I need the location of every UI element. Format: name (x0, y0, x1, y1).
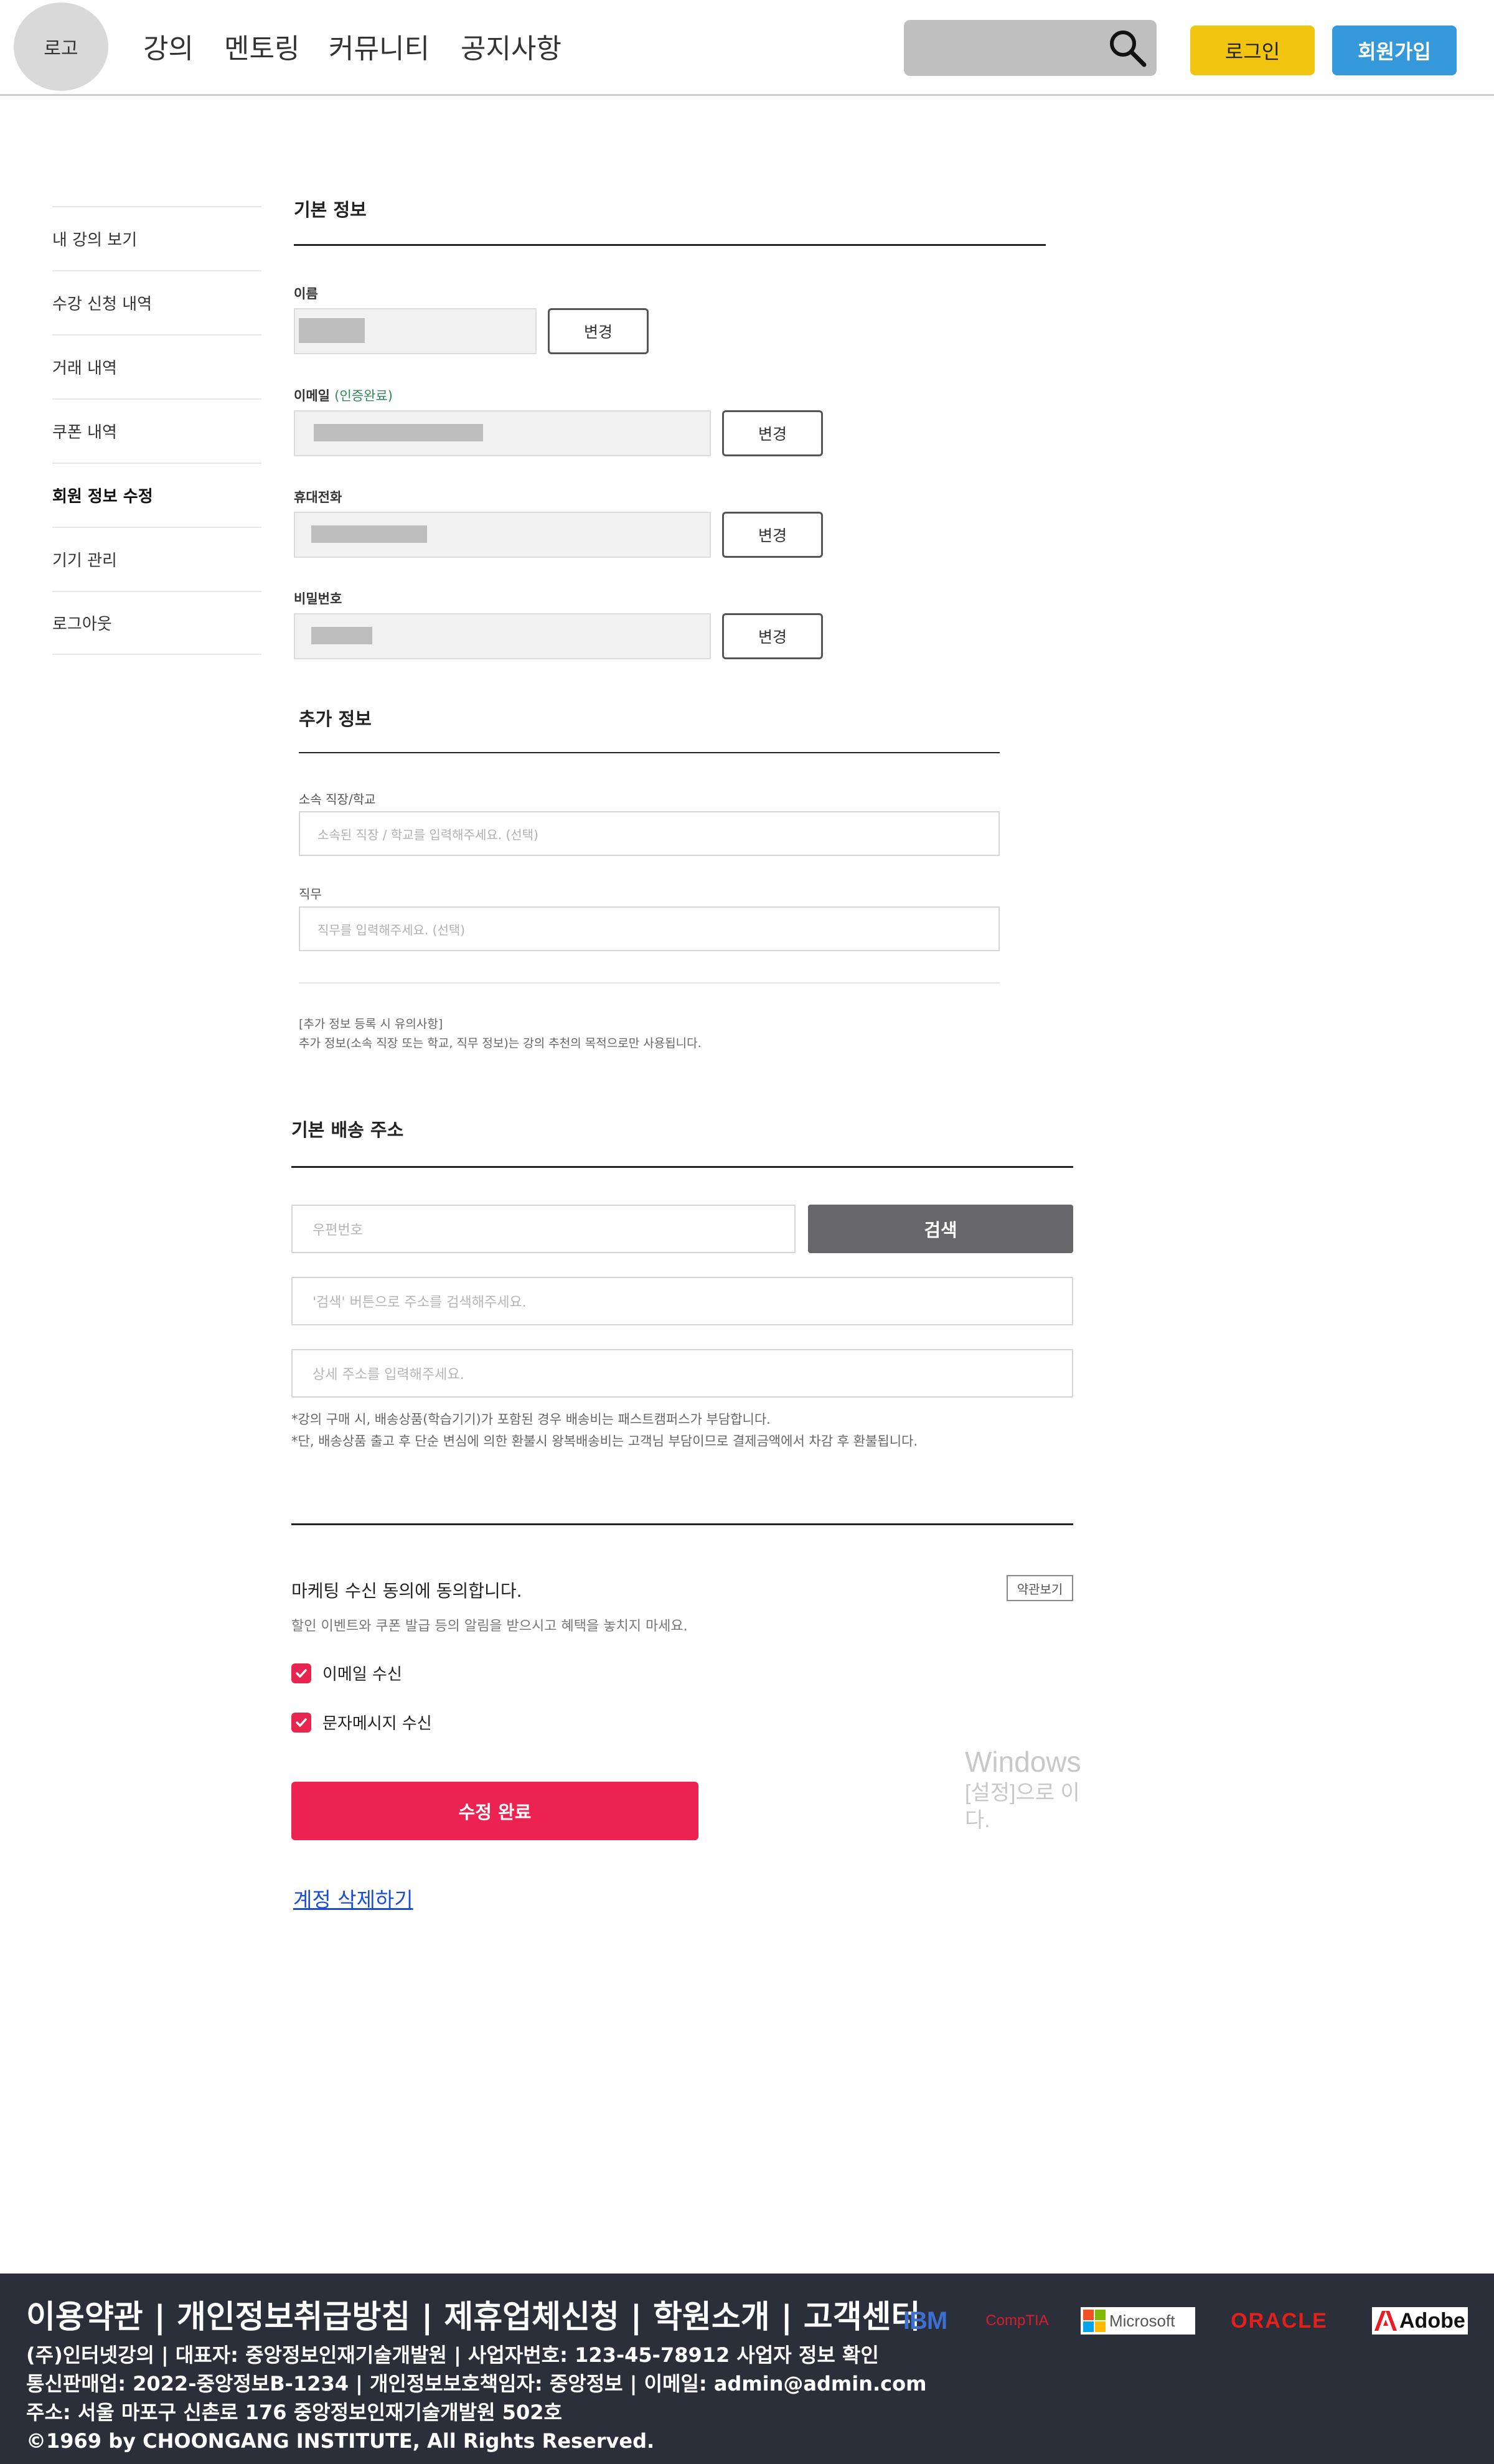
password-label: 비밀번호 (294, 591, 342, 606)
logo[interactable]: 로고 (14, 2, 108, 91)
view-terms-button[interactable]: 약관보기 (1007, 1575, 1073, 1601)
sidebar-item-logout[interactable]: 로그아웃 (52, 591, 261, 655)
basic-info-divider (294, 244, 1046, 246)
shipping-note-1: *강의 구매 시, 배송상품(학습기기)가 포함된 경우 배송비는 패스트캠퍼스… (291, 1412, 771, 1427)
email-consent-option[interactable]: 이메일 수신 (291, 1662, 402, 1685)
marketing-consent-subtitle: 할인 이벤트와 쿠폰 발급 등의 알림을 받으시고 혜택을 놓치지 마세요. (291, 1619, 688, 1634)
watermark-line-2b: 다. (965, 1808, 990, 1832)
shipping-notes: *강의 구매 시, 배송상품(학습기기)가 포함된 경우 배송비는 패스트캠퍼스… (291, 1409, 918, 1452)
nav-notices[interactable]: 공지사항 (461, 26, 561, 66)
change-email-button[interactable]: 변경 (722, 410, 823, 456)
microsoft-windows-icon (1083, 2310, 1106, 2332)
adobe-logo: Adobe (1372, 2307, 1468, 2335)
marketing-consent-title: 마케팅 수신 동의에 동의합니다. (291, 1581, 522, 1601)
redacted-email (314, 424, 483, 441)
search-input[interactable] (904, 20, 1157, 76)
adobe-icon (1374, 2311, 1397, 2331)
watermark-line-1: Windows (965, 1746, 1081, 1778)
redacted-phone (311, 525, 427, 543)
redacted-password (311, 627, 372, 644)
name-field (294, 308, 537, 354)
extra-info-note-text: 추가 정보(소속 직장 또는 학교, 직무 정보)는 강의 추천의 목적으로만 … (299, 1037, 702, 1050)
checkmark-icon (296, 1668, 307, 1678)
org-label: 소속 직장/학교 (299, 792, 376, 807)
microsoft-logo-text: Microsoft (1109, 2311, 1175, 2330)
sidebar-item-enrollments[interactable]: 수강 신청 내역 (52, 270, 261, 334)
windows-activation-watermark: Windows [설정]으로 이 다. (965, 1744, 1108, 1834)
extra-info-note-divider (299, 982, 1000, 984)
sms-consent-label: 문자메시지 수신 (322, 1714, 432, 1733)
job-input[interactable]: 직무를 입력해주세요. (선택) (299, 906, 1000, 951)
logo-text: 로고 (44, 38, 78, 60)
org-input[interactable]: 소속된 직장 / 학교를 입력해주세요. (선택) (299, 811, 1000, 856)
footer-info-line-4: ©1969 by CHOONGANG INSTITUTE, All Rights… (26, 2429, 655, 2453)
nav-community[interactable]: 커뮤니티 (329, 26, 430, 66)
shipping-note-2: *단, 배송상품 출고 후 단순 변심에 의한 환불시 왕복배송비는 고객님 부… (291, 1434, 918, 1449)
sidebar-item-transactions[interactable]: 거래 내역 (52, 334, 261, 398)
submit-button[interactable]: 수정 완료 (291, 1782, 698, 1840)
mypage-sidebar: 내 강의 보기 수강 신청 내역 거래 내역 쿠폰 내역 회원 정보 수정 기기… (52, 206, 261, 655)
email-field (294, 410, 711, 456)
search-icon[interactable] (1107, 27, 1148, 68)
phone-label: 휴대전화 (294, 490, 342, 505)
sms-consent-option[interactable]: 문자메시지 수신 (291, 1711, 432, 1734)
extra-info-note: [추가 정보 등록 시 유의사항] 추가 정보(소속 직장 또는 학교, 직무 … (299, 1015, 702, 1053)
change-password-button[interactable]: 변경 (722, 613, 823, 659)
basic-info-title: 기본 정보 (294, 199, 367, 220)
comptia-logo: CompTIA (985, 2312, 1049, 2329)
name-label: 이름 (294, 286, 318, 301)
phone-field (294, 512, 711, 558)
site-header: 로고 강의 멘토링 커뮤니티 공지사항 로그인 회원가입 (0, 0, 1494, 96)
ibm-logo: IBM (903, 2306, 947, 2335)
sidebar-item-edit-profile[interactable]: 회원 정보 수정 (52, 463, 261, 527)
sidebar-item-coupons[interactable]: 쿠폰 내역 (52, 398, 261, 463)
oracle-logo: ORACLE (1231, 2308, 1328, 2333)
change-name-button[interactable]: 변경 (548, 308, 649, 354)
footer-company-info: (주)인터넷강의 | 대표자: 중앙정보인재기술개발원 | 사업자번호: 123… (26, 2341, 926, 2455)
address-title: 기본 배송 주소 (291, 1119, 404, 1140)
sidebar-item-my-lectures[interactable]: 내 강의 보기 (52, 206, 261, 270)
adobe-logo-text: Adobe (1399, 2308, 1465, 2333)
extra-info-title: 추가 정보 (299, 708, 372, 730)
microsoft-logo: Microsoft (1081, 2307, 1195, 2335)
nav-lectures[interactable]: 강의 (143, 26, 194, 66)
address-detail-input[interactable]: 상세 주소를 입력해주세요. (291, 1349, 1073, 1398)
footer-info-line-3: 주소: 서울 마포구 신촌로 176 중앙정보인재기술개발원 502호 (26, 2401, 562, 2424)
extra-info-note-title: [추가 정보 등록 시 유의사항] (299, 1017, 443, 1031)
sms-consent-checkbox[interactable] (291, 1712, 311, 1733)
footer-links[interactable]: 이용약관 | 개인정보취급방침 | 제휴업체신청 | 학원소개 | 고객센터 (26, 2291, 920, 2337)
signup-button[interactable]: 회원가입 (1332, 26, 1457, 75)
nav-mentoring[interactable]: 멘토링 (224, 26, 299, 66)
email-consent-checkbox[interactable] (291, 1663, 311, 1683)
footer-info-line-1: (주)인터넷강의 | 대표자: 중앙정보인재기술개발원 | 사업자번호: 123… (26, 2343, 879, 2367)
password-field (294, 613, 711, 659)
email-consent-label: 이메일 수신 (322, 1665, 402, 1684)
site-footer: 이용약관 | 개인정보취급방침 | 제휴업체신청 | 학원소개 | 고객센터 I… (0, 2274, 1494, 2464)
email-label-text: 이메일 (294, 388, 330, 403)
zipcode-input[interactable]: 우편번호 (291, 1205, 796, 1253)
address-search-button[interactable]: 검색 (808, 1205, 1073, 1253)
email-verified-badge: (인증완료) (334, 388, 393, 403)
login-button[interactable]: 로그인 (1190, 26, 1315, 75)
redacted-name (299, 318, 365, 343)
sidebar-item-devices[interactable]: 기기 관리 (52, 527, 261, 591)
address-divider (291, 1166, 1073, 1168)
watermark-line-2a: [설정]으로 이 (965, 1781, 1080, 1805)
marketing-divider (291, 1523, 1073, 1525)
change-phone-button[interactable]: 변경 (722, 512, 823, 558)
email-label: 이메일 (인증완료) (294, 386, 393, 405)
footer-info-line-2: 통신판매업: 2022-중앙정보B-1234 | 개인정보보호책임자: 중앙정보… (26, 2372, 927, 2396)
extra-info-divider (299, 752, 1000, 753)
job-label: 직무 (299, 886, 322, 901)
delete-account-link[interactable]: 계정 삭제하기 (293, 1883, 413, 1913)
address-input[interactable]: '검색' 버튼으로 주소를 검색해주세요. (291, 1277, 1073, 1325)
checkmark-icon (296, 1718, 307, 1727)
